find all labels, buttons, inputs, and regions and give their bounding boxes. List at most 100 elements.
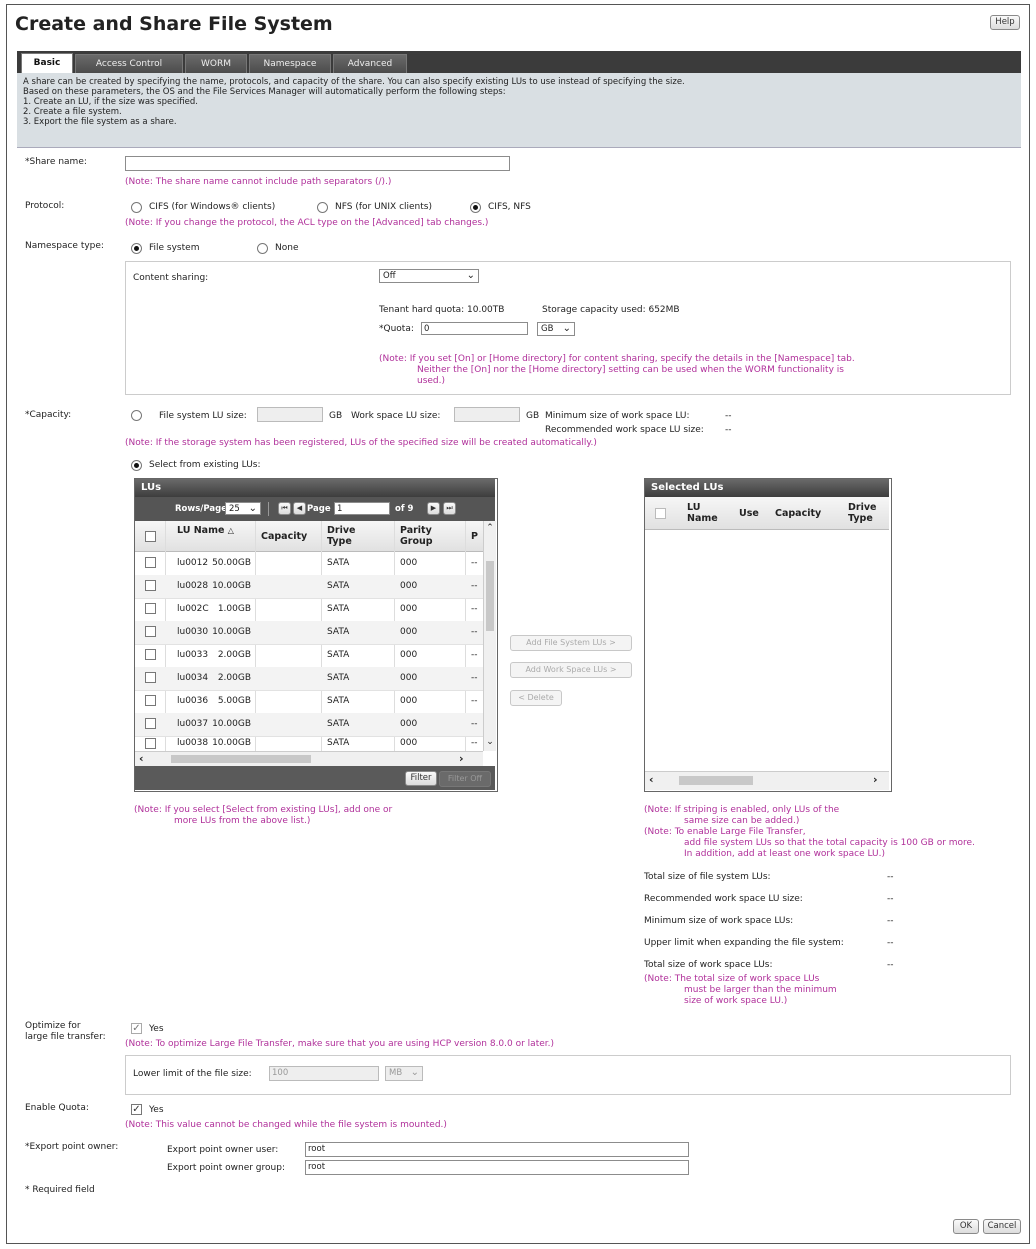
share-name-input[interactable] xyxy=(125,156,510,171)
enable-quota-checkbox[interactable]: ✓ xyxy=(131,1104,142,1115)
scroll-thumb[interactable] xyxy=(171,755,311,763)
cell-parity-group: 000 xyxy=(400,673,418,683)
select-all-checkbox[interactable] xyxy=(145,531,156,542)
row-checkbox[interactable] xyxy=(145,603,156,614)
selected-lus-title: Selected LUs xyxy=(645,479,889,497)
lower-limit-unit-select[interactable]: MB ⌄ xyxy=(385,1066,423,1081)
col-drive-type[interactable]: Drive Type xyxy=(327,525,363,547)
scroll-right-icon[interactable]: › xyxy=(873,773,878,786)
table-row[interactable]: lu002C 1.00GB SATA 000 -- xyxy=(135,598,483,622)
scroll-down-icon[interactable]: ⌄ xyxy=(484,737,496,747)
scroll-up-icon[interactable]: ⌃ xyxy=(484,523,496,533)
quota-unit-select[interactable]: GB ⌄ xyxy=(537,322,575,336)
row-checkbox[interactable] xyxy=(145,672,156,683)
scroll-thumb[interactable] xyxy=(486,561,494,631)
total-ws-lus-label: Total size of work space LUs: xyxy=(644,960,773,970)
total-ws-lus-value: -- xyxy=(887,960,894,970)
row-checkbox[interactable] xyxy=(145,649,156,660)
create-share-dialog: Create and Share File System Help Basic … xyxy=(6,4,1030,1244)
cell-lu-name: lu0036 xyxy=(177,696,209,706)
row-checkbox[interactable] xyxy=(145,626,156,637)
last-page-icon[interactable]: ⏭ xyxy=(443,502,456,515)
scroll-left-icon[interactable]: ‹ xyxy=(139,752,144,765)
namespace-file-system-radio[interactable] xyxy=(131,243,142,254)
scroll-thumb[interactable] xyxy=(679,776,753,785)
namespace-none-label: None xyxy=(275,243,299,253)
col-drive-type[interactable]: Drive Type xyxy=(848,502,884,524)
ws-lu-size-unit: GB xyxy=(526,411,540,421)
namespace-note-line: Neither the [On] nor the [Home directory… xyxy=(417,365,844,375)
col-use[interactable]: Use xyxy=(739,508,759,519)
help-button[interactable]: Help xyxy=(990,15,1020,30)
tab-basic[interactable]: Basic xyxy=(21,53,73,74)
page-input[interactable]: 1 xyxy=(334,502,390,515)
col-capacity[interactable]: Capacity xyxy=(261,531,307,542)
tab-namespace[interactable]: Namespace xyxy=(249,54,331,74)
chevron-down-icon: ⌄ xyxy=(562,323,571,334)
fs-lu-size-input[interactable] xyxy=(257,407,323,422)
ok-button[interactable]: OK xyxy=(953,1219,979,1234)
lower-limit-input[interactable]: 100 xyxy=(269,1066,379,1081)
select-all-checkbox[interactable] xyxy=(655,508,666,519)
add-work-space-lus-button[interactable]: Add Work Space LUs > xyxy=(510,662,632,678)
table-row[interactable]: lu0036 5.00GB SATA 000 -- xyxy=(135,690,483,714)
ws-lu-size-input[interactable] xyxy=(454,407,520,422)
storage-capacity-used: Storage capacity used: 652MB xyxy=(542,305,680,315)
tab-access-control[interactable]: Access Control xyxy=(75,54,183,74)
scroll-left-icon[interactable]: ‹ xyxy=(649,773,654,786)
cell-parity-group: 000 xyxy=(400,719,418,729)
table-row[interactable]: lu0033 2.00GB SATA 000 -- xyxy=(135,644,483,668)
row-checkbox[interactable] xyxy=(145,580,156,591)
cancel-button[interactable]: Cancel xyxy=(983,1219,1021,1234)
cell-parity-group: 000 xyxy=(400,738,418,748)
select-existing-lus-radio[interactable] xyxy=(131,460,142,471)
scroll-right-icon[interactable]: › xyxy=(459,752,464,765)
table-row[interactable]: lu0028 10.00GB SATA 000 -- xyxy=(135,575,483,599)
table-row[interactable]: lu0030 10.00GB SATA 000 -- xyxy=(135,621,483,645)
protocol-cifs-nfs-radio[interactable] xyxy=(470,202,481,213)
rows-per-page-select[interactable]: 25 ⌄ xyxy=(225,502,261,515)
lus-horizontal-scrollbar[interactable]: ‹ › xyxy=(135,751,483,766)
content-sharing-select[interactable]: Off ⌄ xyxy=(379,269,479,283)
cell-capacity: 10.00GB xyxy=(212,719,251,729)
col-lu-name[interactable]: LU Name △ xyxy=(177,525,237,536)
cell-p: -- xyxy=(471,558,478,568)
quota-input[interactable]: 0 xyxy=(421,322,528,335)
export-owner-group-input[interactable]: root xyxy=(305,1160,689,1175)
delete-button[interactable]: < Delete xyxy=(510,690,562,706)
next-page-icon[interactable]: ▶ xyxy=(427,502,440,515)
add-file-system-lus-button[interactable]: Add File System LUs > xyxy=(510,635,632,651)
export-owner-user-input[interactable]: root xyxy=(305,1142,689,1157)
first-page-icon[interactable]: ⏮ xyxy=(278,502,291,515)
cell-lu-name: lu002C xyxy=(177,604,209,614)
cell-lu-name: lu0034 xyxy=(177,673,209,683)
protocol-cifs-radio[interactable] xyxy=(131,202,142,213)
table-row[interactable]: lu0012 50.00GB SATA 000 -- xyxy=(135,552,483,576)
lus-vertical-scrollbar[interactable]: ⌃ ⌄ xyxy=(483,521,496,751)
col-p[interactable]: P xyxy=(471,531,478,542)
col-lu-name[interactable]: LU Name xyxy=(687,502,725,524)
row-checkbox[interactable] xyxy=(145,695,156,706)
optimize-checkbox[interactable]: ✓ xyxy=(131,1023,142,1034)
table-row[interactable]: lu0034 2.00GB SATA 000 -- xyxy=(135,667,483,691)
selected-horizontal-scrollbar[interactable]: ‹ › xyxy=(645,771,889,790)
col-capacity[interactable]: Capacity xyxy=(775,508,821,519)
table-row[interactable]: lu0038 10.00GB SATA 000 -- xyxy=(135,736,483,752)
table-row[interactable]: lu0037 10.00GB SATA 000 -- xyxy=(135,713,483,737)
optimize-note: (Note: To optimize Large File Transfer, … xyxy=(125,1039,555,1049)
prev-page-icon[interactable]: ◀ xyxy=(293,502,306,515)
filter-off-button[interactable]: Filter Off xyxy=(439,771,491,787)
row-checkbox[interactable] xyxy=(145,718,156,729)
capacity-specify-size-radio[interactable] xyxy=(131,410,142,421)
col-parity-group[interactable]: Parity Group xyxy=(400,525,446,547)
cell-lu-name: lu0012 xyxy=(177,558,209,568)
export-owner-user-label: Export point owner user: xyxy=(167,1145,279,1155)
row-checkbox[interactable] xyxy=(145,557,156,568)
namespace-none-radio[interactable] xyxy=(257,243,268,254)
protocol-nfs-radio[interactable] xyxy=(317,202,328,213)
row-checkbox[interactable] xyxy=(145,738,156,749)
filter-button[interactable]: Filter xyxy=(405,771,437,786)
namespace-file-system-label: File system xyxy=(149,243,200,253)
tab-worm[interactable]: WORM xyxy=(185,54,247,74)
tab-advanced[interactable]: Advanced xyxy=(333,54,407,74)
